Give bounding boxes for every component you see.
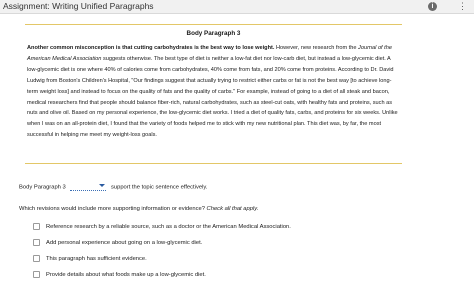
option-3[interactable]: This paragraph has sufficient evidence. bbox=[33, 255, 147, 264]
question-1-prefix: Body Paragraph 3 bbox=[19, 184, 66, 191]
question-2-prompt: Which revisions would include more suppo… bbox=[19, 206, 207, 212]
checkbox[interactable] bbox=[33, 239, 40, 246]
option-2[interactable]: Add personal experience about going on a… bbox=[33, 239, 202, 248]
question-2: Which revisions would include more suppo… bbox=[19, 205, 258, 214]
option-3-label: This paragraph has sufficient evidence. bbox=[46, 256, 147, 263]
option-4-label: Provide details about what foods make up… bbox=[46, 272, 206, 279]
checkbox[interactable] bbox=[33, 271, 40, 278]
chevron-down-icon bbox=[99, 184, 106, 187]
topic-sentence: Another common misconception is that cut… bbox=[27, 45, 275, 51]
checkbox[interactable] bbox=[33, 255, 40, 262]
question-1-suffix: support the topic sentence effectively. bbox=[110, 184, 208, 191]
more-options-icon[interactable]: ⋮ bbox=[458, 0, 467, 12]
passage-bottom-rule bbox=[25, 163, 402, 164]
passage-text-part-1: However, new research from the bbox=[274, 45, 359, 51]
answer-dropdown[interactable] bbox=[70, 183, 107, 191]
option-4[interactable]: Provide details about what foods make up… bbox=[33, 271, 206, 280]
passage-box: Body Paragraph 3 Another common misconce… bbox=[25, 24, 402, 141]
option-2-label: Add personal experience about going on a… bbox=[46, 240, 203, 247]
info-icon[interactable]: i bbox=[428, 2, 437, 11]
passage-text: Another common misconception is that cut… bbox=[25, 43, 402, 141]
option-1-label: Reference research by a reliable source,… bbox=[46, 224, 291, 231]
title-bar: Assignment: Writing Unified Paragraphs i… bbox=[0, 0, 474, 14]
passage-heading: Body Paragraph 3 bbox=[186, 30, 241, 37]
question-1: Body Paragraph 3 support the topic sente… bbox=[19, 183, 207, 193]
option-1[interactable]: Reference research by a reliable source,… bbox=[33, 223, 291, 232]
passage-text-part-2: suggests otherwise. The best type of die… bbox=[27, 55, 398, 139]
question-2-instruction: Check all that apply. bbox=[206, 206, 259, 212]
assignment-title: Assignment: Writing Unified Paragraphs bbox=[3, 1, 154, 11]
checkbox[interactable] bbox=[33, 223, 40, 230]
